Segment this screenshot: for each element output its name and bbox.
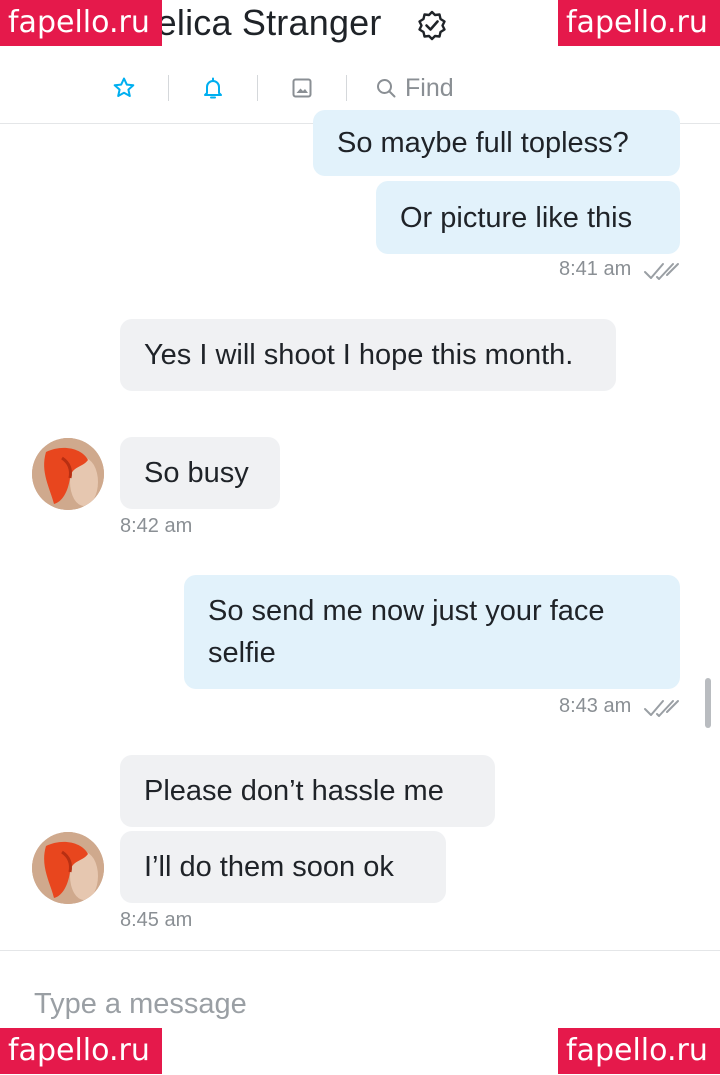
search-icon — [377, 79, 396, 98]
toolbar-divider — [168, 75, 169, 101]
message-input[interactable] — [34, 988, 684, 1021]
toolbar-divider — [346, 75, 347, 101]
bell-icon — [204, 77, 222, 99]
message-time: 8:45 am — [120, 909, 193, 931]
double-check-icon — [644, 263, 679, 280]
message-bubble-outgoing[interactable]: So send me now just your face selfie — [184, 575, 680, 689]
message-time: 8:43 am — [559, 695, 632, 717]
composer-divider — [0, 950, 720, 951]
image-icon — [292, 78, 312, 98]
avatar-photo — [32, 438, 104, 510]
star-icon — [113, 77, 135, 97]
message-bubble-incoming[interactable]: Yes I will shoot I hope this month. — [120, 319, 616, 391]
favorite-button[interactable] — [108, 72, 140, 104]
watermark: fapello.ru — [0, 0, 162, 46]
toolbar-divider — [257, 75, 258, 101]
avatar-photo — [32, 832, 104, 904]
media-button[interactable] — [286, 72, 318, 104]
avatar[interactable] — [32, 832, 104, 904]
message-bubble-outgoing[interactable]: So maybe full topless? — [313, 110, 680, 176]
message-time: 8:42 am — [120, 515, 193, 537]
message-time: 8:41 am — [559, 258, 632, 280]
find-label: Find — [405, 73, 454, 102]
notifications-button[interactable] — [197, 72, 229, 104]
verified-badge-icon — [418, 10, 446, 41]
scrollbar-thumb[interactable] — [705, 678, 711, 728]
chat-toolbar: Find — [108, 68, 454, 108]
double-check-icon — [644, 700, 679, 717]
watermark: fapello.ru — [558, 1028, 720, 1074]
message-bubble-incoming[interactable]: So busy — [120, 437, 280, 509]
watermark: fapello.ru — [0, 1028, 162, 1074]
watermark: fapello.ru — [558, 0, 720, 46]
message-bubble-incoming[interactable]: Please don’t hassle me — [120, 755, 495, 827]
avatar[interactable] — [32, 438, 104, 510]
message-bubble-incoming[interactable]: I’ll do them soon ok — [120, 831, 446, 903]
find-button[interactable]: Find — [375, 74, 454, 103]
message-bubble-outgoing[interactable]: Or picture like this — [376, 181, 680, 254]
